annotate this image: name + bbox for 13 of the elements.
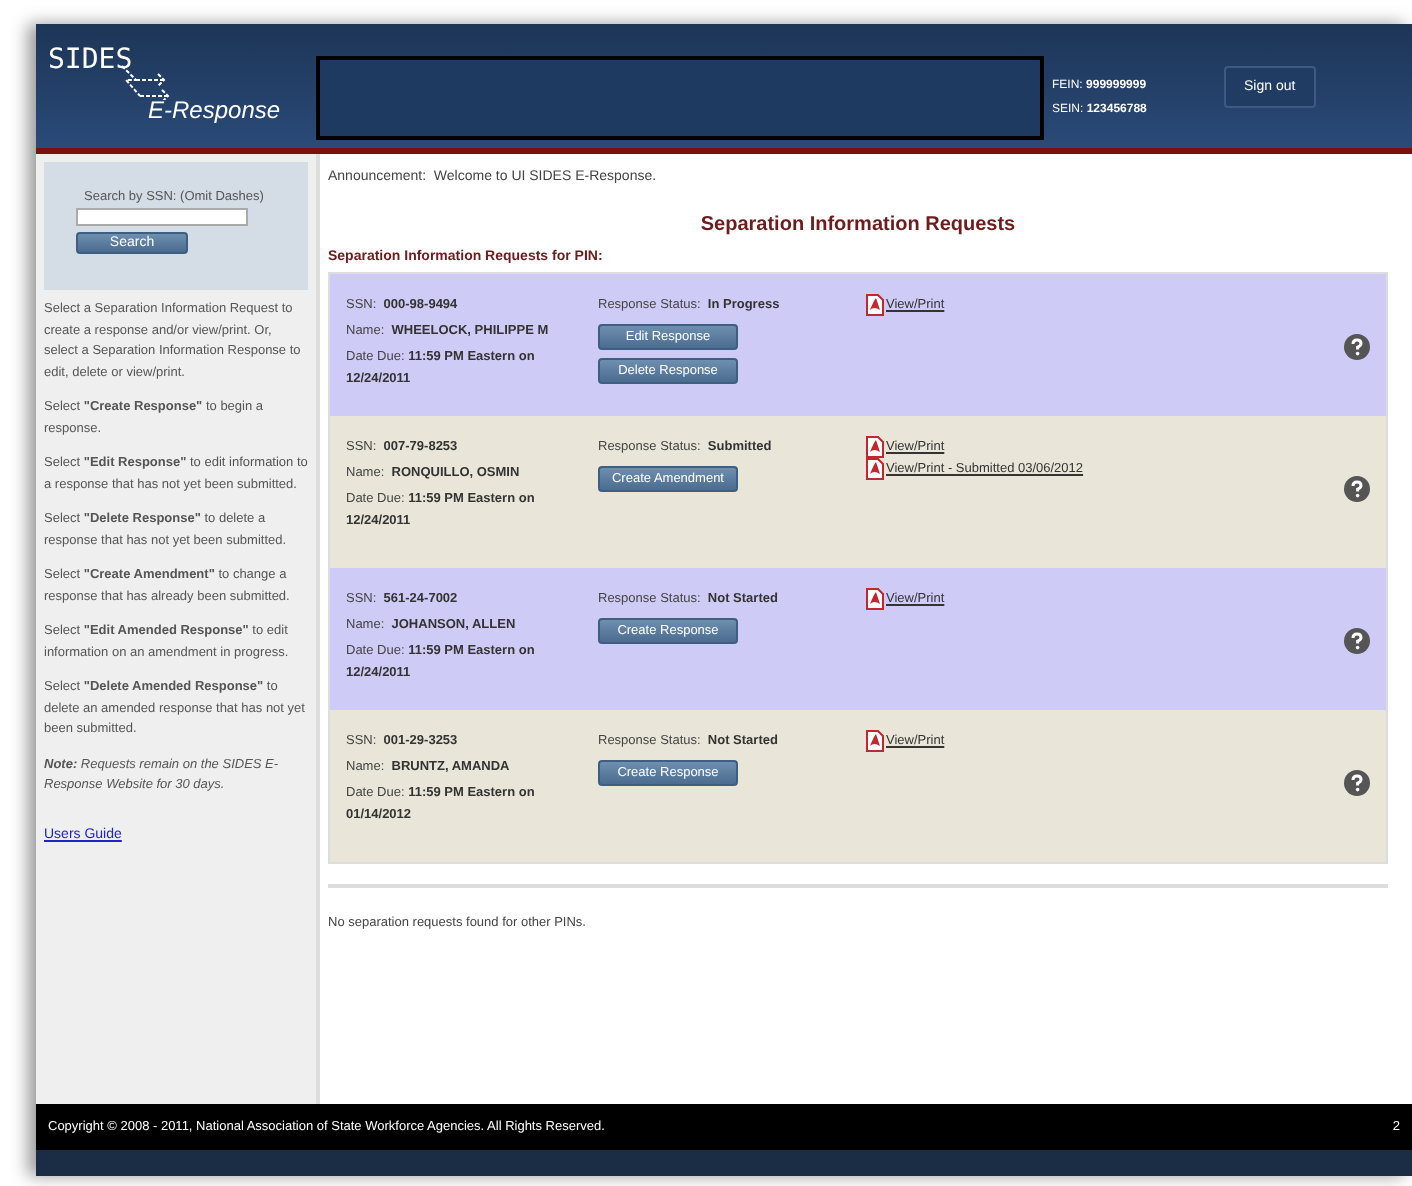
help-icon[interactable]	[1344, 770, 1370, 796]
logo-text: E-Response	[148, 96, 281, 124]
pdf-icon	[866, 588, 884, 610]
pdf-icon	[866, 458, 884, 480]
help-icon[interactable]	[1344, 334, 1370, 360]
pdf-icon	[866, 730, 884, 752]
help-icon[interactable]	[1344, 628, 1370, 654]
ssn-search-field[interactable]	[76, 208, 248, 226]
page-title: Separation Information Requests	[698, 214, 1018, 236]
pdf-icon	[866, 436, 884, 458]
logo-text: SIDES	[48, 44, 133, 76]
help-icon[interactable]	[1344, 476, 1370, 502]
pdf-icon	[866, 294, 884, 316]
